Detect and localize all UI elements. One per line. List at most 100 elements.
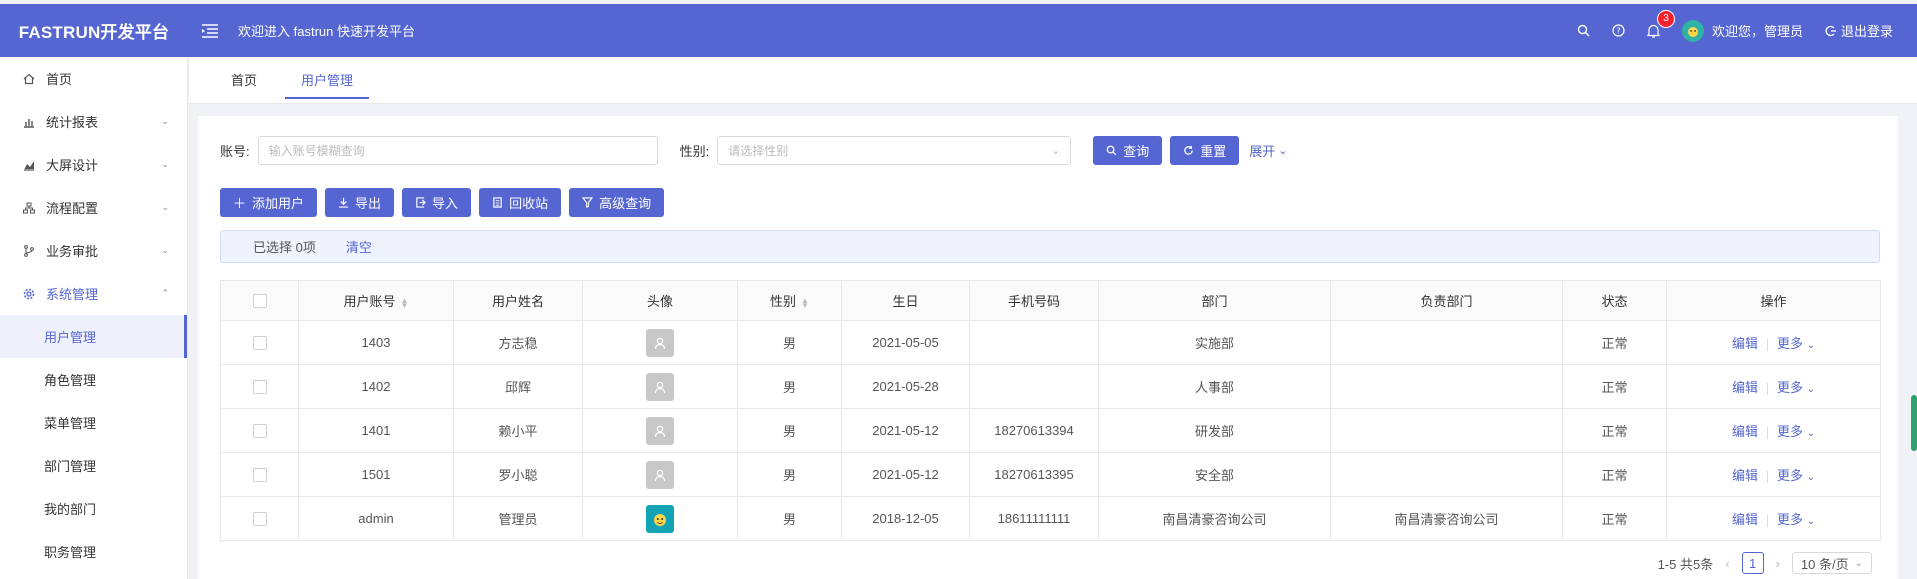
user-menu[interactable]: 欢迎您，管理员 [1681, 19, 1803, 42]
sidebar-subitem-user-management[interactable]: 用户管理 [0, 315, 187, 358]
gender-select[interactable]: 请选择性别 ⌄ [717, 136, 1072, 165]
logout-button[interactable]: 退出登录 [1825, 21, 1893, 40]
search-icon[interactable] [1577, 24, 1590, 37]
row-checkbox[interactable] [252, 336, 267, 351]
add-user-button[interactable]: ＋ 添加用户 [220, 188, 318, 217]
cell-dept: 实施部 [1098, 320, 1331, 365]
table-row[interactable]: 1403 方志稳 男 2021-05-05 实施部 正常 编辑 更多 ⌄ [220, 320, 1881, 365]
column-header[interactable]: 性别 ▲ ▼ [737, 280, 842, 321]
logout-icon [1825, 25, 1836, 36]
user-greeting: 欢迎您，管理员 [1711, 24, 1803, 39]
more-dropdown[interactable]: 更多 ⌄ [1777, 380, 1815, 395]
cell-operations: 编辑 更多 ⌄ [1666, 408, 1881, 453]
chevron-down-icon: ⌄ [1278, 145, 1288, 157]
scrollbar-thumb[interactable] [1911, 395, 1917, 451]
export-button[interactable]: 导出 [325, 188, 395, 217]
cell-name: 赖小平 [453, 408, 583, 453]
edit-link[interactable]: 编辑 [1732, 424, 1758, 439]
row-checkbox[interactable] [252, 512, 267, 527]
sidebar-item-flow-config[interactable]: 流程配置 ⌄ [0, 186, 187, 229]
column-header[interactable]: 用户账号 ▲ ▼ [298, 280, 454, 321]
help-icon[interactable]: ? [1612, 24, 1625, 37]
gender-label: 性别: [679, 144, 710, 159]
more-dropdown[interactable]: 更多 ⌄ [1777, 512, 1815, 527]
more-dropdown[interactable]: 更多 ⌄ [1777, 424, 1815, 439]
expand-link[interactable]: 展开 ⌄ [1249, 141, 1287, 160]
notification-bell-icon[interactable]: 3 [1646, 9, 1675, 38]
user-avatar-icon[interactable] [646, 416, 674, 445]
table-row[interactable]: 1401 赖小平 男 2021-05-12 18270613394 研发部 正常… [220, 408, 1881, 453]
query-button[interactable]: 查询 [1093, 136, 1163, 165]
tab-user-management[interactable]: 用户管理 [279, 56, 375, 103]
clear-selection-link[interactable]: 清空 [346, 237, 372, 256]
next-page-icon[interactable]: › [1776, 556, 1780, 571]
menu-toggle-icon[interactable] [202, 23, 226, 38]
row-checkbox[interactable] [252, 380, 267, 395]
user-avatar-icon[interactable] [646, 372, 674, 401]
sidebar-subitem-menu-management[interactable]: 菜单管理 [0, 401, 187, 444]
recycle-bin-button[interactable]: 回收站 [479, 188, 562, 217]
sidebar-item-reports[interactable]: 统计报表 ⌄ [0, 100, 187, 143]
more-dropdown[interactable]: 更多 ⌄ [1777, 336, 1815, 351]
row-checkbox[interactable] [252, 468, 267, 483]
sidebar-item-screen-design[interactable]: 大屏设计 ⌄ [0, 143, 187, 186]
top-header: FASTRUN开发平台 欢迎进入 fastrun 快速开发平台 ? 3 欢迎您，… [0, 4, 1917, 57]
cell-dept: 研发部 [1098, 408, 1331, 453]
app-logo[interactable]: FASTRUN开发平台 [0, 4, 188, 57]
tab-home[interactable]: 首页 [209, 56, 279, 103]
edit-link[interactable]: 编辑 [1732, 468, 1758, 483]
reset-button[interactable]: 重置 [1170, 136, 1240, 165]
cell-name: 管理员 [453, 496, 583, 541]
prev-page-icon[interactable]: ‹ [1725, 556, 1729, 571]
sidebar-subitem-role-management[interactable]: 角色管理 [0, 358, 187, 401]
user-avatar-icon[interactable] [646, 328, 674, 357]
sidebar-item-home[interactable]: 首页 [0, 57, 187, 100]
welcome-text: 欢迎进入 fastrun 快速开发平台 [238, 24, 415, 39]
admin-avatar-icon[interactable] [646, 504, 674, 533]
sidebar-item-label: 大屏设计 [46, 158, 99, 173]
main-card: 账号: 输入账号模糊查询 性别: 请选择性别 ⌄ 查询 重置 展开 ⌄ ＋ 添加… [198, 116, 1898, 579]
chevron-down-icon: ⌄ [1051, 145, 1061, 157]
cell-phone [969, 320, 1099, 365]
cell-gender: 男 [737, 320, 842, 365]
sidebar-item-system[interactable]: 系统管理 ⌃ [0, 272, 187, 315]
sidebar-subitem-my-dept[interactable]: 我的部门 [0, 487, 187, 530]
cell-account: admin [298, 496, 454, 541]
reset-button-label: 重置 [1200, 144, 1227, 159]
advanced-query-button[interactable]: 高级查询 [569, 188, 665, 217]
sidebar-item-label: 统计报表 [46, 115, 99, 130]
sidebar-item-approval[interactable]: 业务审批 ⌄ [0, 229, 187, 272]
edit-link[interactable]: 编辑 [1732, 336, 1758, 351]
sidebar-subitem-dept-management[interactable]: 部门管理 [0, 444, 187, 487]
selection-alert: 已选择 0项 清空 [220, 230, 1880, 263]
column-header: 手机号码 [969, 280, 1099, 321]
search-icon [1106, 145, 1117, 156]
import-button[interactable]: 导入 [402, 188, 472, 217]
cell-account: 1401 [298, 408, 454, 453]
sort-icon[interactable]: ▲ ▼ [401, 296, 409, 309]
import-label: 导入 [432, 196, 459, 211]
table-row[interactable]: 1501 罗小聪 男 2021-05-12 18270613395 安全部 正常… [220, 452, 1881, 497]
row-checkbox[interactable] [252, 424, 267, 439]
export-label: 导出 [355, 196, 382, 211]
sidebar-subitem-position-management[interactable]: 职务管理 [0, 530, 187, 573]
table-row[interactable]: admin 管理员 男 2018-12-05 18611111111 南昌清豪咨… [220, 496, 1881, 541]
page-size-select[interactable]: 10 条/页 ⌄ [1791, 552, 1872, 574]
edit-link[interactable]: 编辑 [1732, 512, 1758, 527]
svg-text:?: ? [1616, 27, 1620, 36]
user-avatar-icon[interactable] [646, 460, 674, 489]
cell-gender: 男 [737, 496, 842, 541]
page-number-button[interactable]: 1 [1741, 552, 1764, 574]
more-label: 更多 [1776, 512, 1803, 527]
cell-account: 1403 [298, 320, 454, 365]
cell-name: 方志稳 [453, 320, 583, 365]
cell-name: 邱辉 [453, 364, 583, 409]
cell-status: 正常 [1562, 408, 1667, 453]
select-all-checkbox[interactable] [252, 294, 267, 309]
chevron-down-icon: ⌄ [161, 116, 169, 126]
account-input[interactable]: 输入账号模糊查询 [257, 136, 658, 165]
table-row[interactable]: 1402 邱辉 男 2021-05-28 人事部 正常 编辑 更多 ⌄ [220, 364, 1881, 409]
edit-link[interactable]: 编辑 [1732, 380, 1758, 395]
sort-icon[interactable]: ▲ ▼ [801, 296, 809, 309]
more-dropdown[interactable]: 更多 ⌄ [1777, 468, 1815, 483]
